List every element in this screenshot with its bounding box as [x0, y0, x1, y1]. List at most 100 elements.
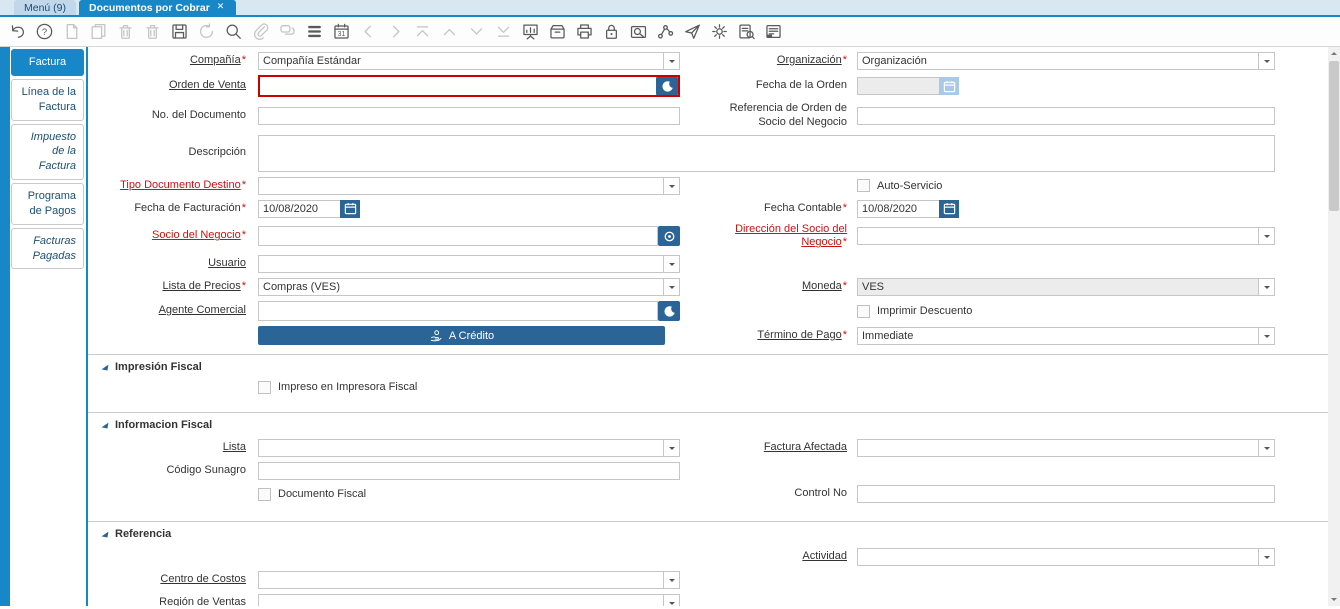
user-select[interactable] [258, 255, 680, 273]
fiscal-document-checkbox[interactable] [258, 487, 271, 501]
partner-location-input[interactable] [857, 227, 1258, 246]
user-input[interactable] [258, 255, 663, 273]
archive-icon[interactable] [548, 22, 567, 41]
company-label[interactable]: Compañía [190, 54, 241, 66]
fiscal-printed-checkbox[interactable] [258, 381, 271, 394]
activity-input[interactable] [857, 548, 1258, 566]
find-icon[interactable] [224, 22, 243, 41]
user-label[interactable]: Usuario [208, 257, 246, 269]
payment-term-select[interactable] [857, 326, 1275, 345]
sidebar-tab-factura[interactable]: Factura [11, 49, 84, 76]
close-icon[interactable] [217, 1, 226, 13]
section-impresion-fiscal-header[interactable]: Impresión Fiscal [88, 358, 1328, 381]
control-no-field[interactable] [857, 485, 1275, 503]
chevron-down-icon[interactable] [663, 278, 680, 296]
company-input[interactable] [258, 52, 663, 70]
business-partner-label[interactable]: Socio del Negocio [152, 229, 241, 241]
section-informacion-fiscal-header[interactable]: Informacion Fiscal [88, 416, 1328, 439]
chevron-down-icon[interactable] [663, 439, 680, 457]
affected-invoice-select[interactable] [857, 439, 1275, 457]
business-partner-input[interactable] [258, 226, 658, 247]
sales-region-select[interactable] [258, 594, 680, 606]
sales-order-field[interactable] [258, 75, 680, 97]
sales-order-label[interactable]: Orden de Venta [169, 79, 246, 91]
list-input[interactable] [258, 439, 663, 457]
sales-order-zoom-button[interactable] [656, 77, 678, 95]
save-icon[interactable] [170, 22, 189, 41]
chevron-down-icon[interactable] [1258, 326, 1275, 345]
sidebar-tab-programa-pagos[interactable]: Programa de Pagos [11, 183, 84, 225]
business-partner-field[interactable] [258, 226, 680, 247]
affected-invoice-input[interactable] [857, 439, 1258, 457]
chevron-down-icon[interactable] [663, 255, 680, 273]
organization-input[interactable] [857, 52, 1258, 70]
on-credit-button[interactable]: A Crédito [258, 326, 665, 345]
cost-center-label[interactable]: Centro de Costos [160, 573, 246, 585]
activity-label[interactable]: Actividad [802, 550, 847, 562]
sales-rep-label[interactable]: Agente Comercial [159, 304, 246, 316]
partner-location-label[interactable]: Dirección del Socio del Negocio [735, 223, 847, 249]
invoice-date-calendar-button[interactable] [340, 199, 360, 218]
preferences-icon[interactable] [710, 22, 729, 41]
organization-label[interactable]: Organización [777, 54, 842, 66]
sales-rep-zoom-button[interactable] [658, 301, 680, 321]
print-icon[interactable] [575, 22, 594, 41]
sidebar-tab-linea-factura[interactable]: Línea de la Factura [11, 78, 84, 121]
chevron-down-icon[interactable] [1258, 548, 1275, 566]
company-select[interactable] [258, 52, 680, 70]
chevron-down-icon[interactable] [1258, 227, 1275, 246]
history-icon[interactable]: 31 [332, 22, 351, 41]
self-service-checkbox[interactable] [857, 179, 870, 192]
organization-select[interactable] [857, 52, 1275, 70]
account-date-calendar-button[interactable] [939, 199, 959, 218]
sales-order-input[interactable] [260, 77, 656, 95]
affected-invoice-label[interactable]: Factura Afectada [764, 441, 847, 453]
target-document-type-label[interactable]: Tipo Documento Destino [120, 179, 241, 191]
tab-documentos-por-cobrar[interactable]: Documentos por Cobrar [79, 0, 236, 15]
price-list-label[interactable]: Lista de Precios [162, 280, 240, 292]
grid-toggle-icon[interactable] [305, 22, 324, 41]
chevron-down-icon[interactable] [663, 52, 680, 70]
payment-term-label[interactable]: Término de Pago [757, 329, 841, 341]
document-no-field[interactable] [258, 106, 680, 125]
section-referencia-header[interactable]: Referencia [88, 525, 1328, 548]
cost-center-input[interactable] [258, 571, 663, 589]
workflow-icon[interactable] [656, 22, 675, 41]
partner-location-select[interactable] [857, 227, 1275, 246]
list-select[interactable] [258, 439, 680, 457]
currency-label[interactable]: Moneda [802, 280, 842, 292]
payment-term-input[interactable] [857, 326, 1258, 345]
chevron-down-icon[interactable] [663, 594, 680, 606]
scrollbar-thumb[interactable] [1329, 61, 1339, 211]
business-partner-info-button[interactable] [658, 226, 680, 247]
sidebar-tab-facturas-pagadas[interactable]: Facturas Pagadas [11, 227, 84, 270]
vertical-scrollbar[interactable] [1328, 47, 1340, 606]
print-discount-checkbox[interactable] [857, 304, 870, 318]
sunagro-code-field[interactable] [258, 462, 680, 480]
sidebar-tab-impuesto-factura[interactable]: Impuesto de la Factura [11, 123, 84, 181]
account-date-field[interactable] [857, 199, 959, 218]
zoom-across-icon[interactable] [629, 22, 648, 41]
sales-rep-input[interactable] [258, 301, 658, 321]
chevron-down-icon[interactable] [663, 176, 680, 195]
chevron-down-icon[interactable] [663, 571, 680, 589]
lock-icon[interactable] [602, 22, 621, 41]
target-document-type-select[interactable] [258, 176, 680, 195]
account-date-input[interactable] [857, 199, 939, 218]
tab-menu[interactable]: Menú (9) [14, 0, 77, 15]
price-list-select[interactable] [258, 278, 680, 296]
activity-select[interactable] [857, 548, 1275, 566]
scroll-down-arrow-icon[interactable] [1328, 593, 1340, 606]
report-icon[interactable] [521, 22, 540, 41]
list-label[interactable]: Lista [223, 441, 246, 453]
request-icon[interactable] [683, 22, 702, 41]
order-reference-field[interactable] [857, 106, 1275, 125]
chevron-down-icon[interactable] [1258, 439, 1275, 457]
product-info-icon[interactable] [737, 22, 756, 41]
sales-region-input[interactable] [258, 594, 663, 606]
scroll-up-arrow-icon[interactable] [1328, 47, 1340, 60]
help-icon[interactable]: ? [35, 22, 54, 41]
invoice-date-field[interactable] [258, 199, 360, 218]
target-document-type-input[interactable] [258, 176, 663, 195]
sales-region-label[interactable]: Región de Ventas [159, 596, 246, 606]
